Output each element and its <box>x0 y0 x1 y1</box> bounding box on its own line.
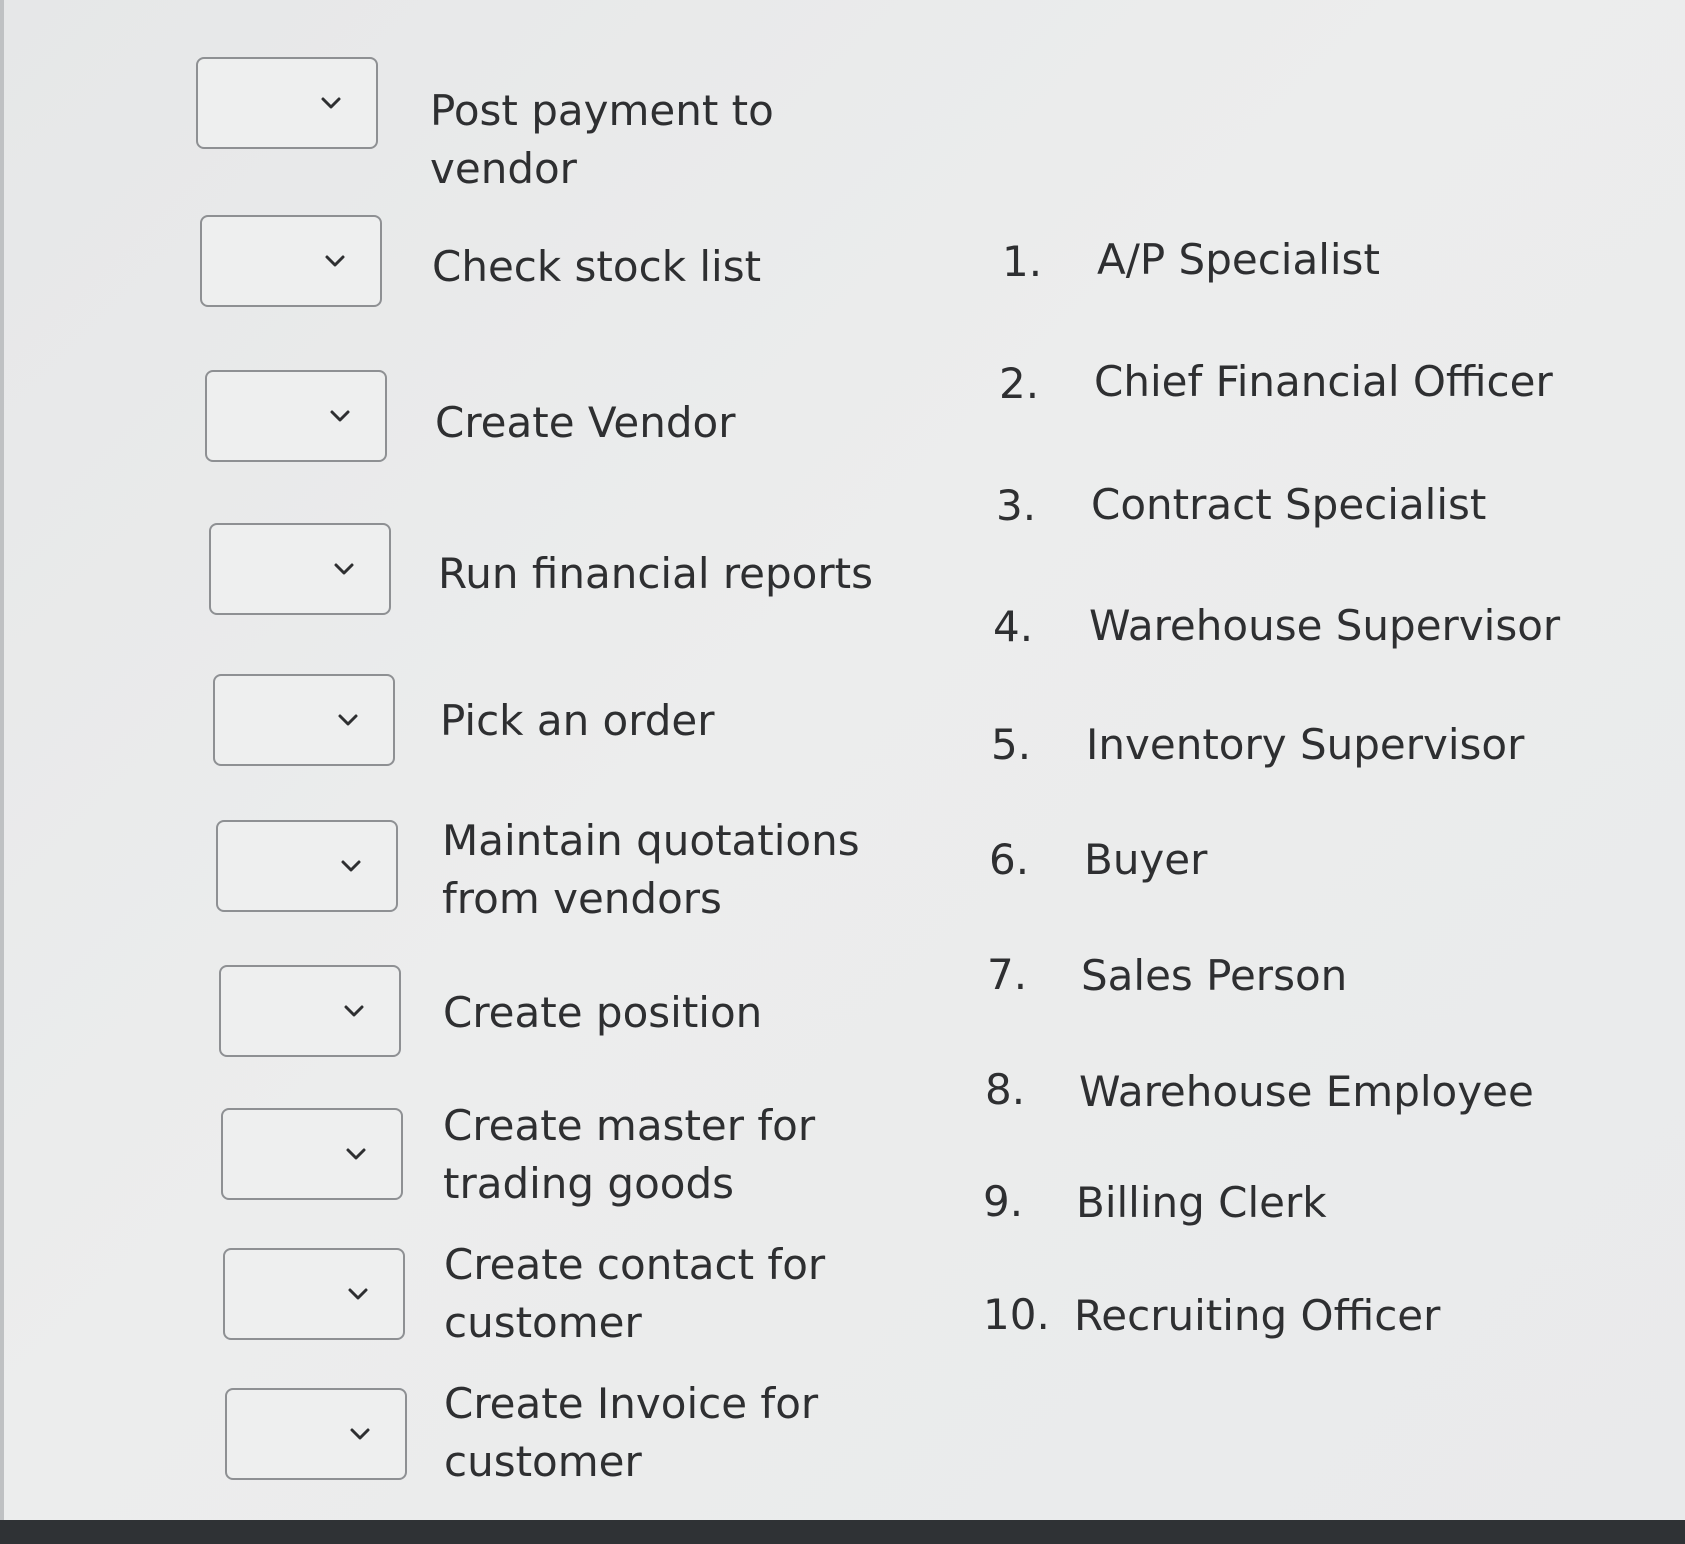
role-dropdown-7[interactable] <box>219 965 401 1057</box>
task-label: Check stock list <box>432 242 762 291</box>
chevron-down-icon <box>330 410 350 422</box>
task-label: Create Vendor <box>435 398 736 447</box>
task-label: Create contact for customer <box>444 1240 826 1347</box>
chevron-down-icon <box>338 714 358 726</box>
role-dropdown-1[interactable] <box>196 57 378 149</box>
role-name: Warehouse Employee <box>1079 1067 1534 1116</box>
role-number: 10. <box>983 1290 1050 1339</box>
task-label: Create position <box>443 988 763 1037</box>
role-dropdown-2[interactable] <box>200 215 382 307</box>
task-label: Create Invoice for customer <box>444 1379 819 1486</box>
role-dropdown-5[interactable] <box>213 674 395 766</box>
role-name: Billing Clerk <box>1076 1178 1327 1227</box>
screen-edge <box>0 0 4 1544</box>
chevron-down-icon <box>321 97 341 109</box>
task-label: Pick an order <box>440 696 715 745</box>
role-name: Chief Financial Officer <box>1094 357 1553 406</box>
role-dropdown-3[interactable] <box>205 370 387 462</box>
chevron-down-icon <box>341 860 361 872</box>
role-number: 4. <box>993 602 1034 651</box>
chevron-down-icon <box>348 1288 368 1300</box>
matching-question: Post payment to vendor Check stock list … <box>0 0 1685 1544</box>
role-name: A/P Specialist <box>1097 235 1380 284</box>
role-name: Inventory Supervisor <box>1086 720 1525 769</box>
role-number: 6. <box>989 835 1030 884</box>
role-name: Recruiting Officer <box>1074 1291 1441 1340</box>
role-number: 5. <box>991 720 1032 769</box>
screen-bottom-edge <box>0 1520 1685 1544</box>
task-label: Post payment to vendor <box>430 86 774 193</box>
chevron-down-icon <box>344 1005 364 1017</box>
role-dropdown-4[interactable] <box>209 523 391 615</box>
chevron-down-icon <box>350 1428 370 1440</box>
chevron-down-icon <box>325 255 345 267</box>
role-dropdown-9[interactable] <box>223 1248 405 1340</box>
role-number: 3. <box>996 481 1037 530</box>
role-number: 7. <box>987 950 1028 999</box>
role-name: Sales Person <box>1081 951 1348 1000</box>
task-label: Run financial reports <box>438 549 873 598</box>
chevron-down-icon <box>334 563 354 575</box>
task-label: Maintain quotations from vendors <box>442 816 860 923</box>
role-name: Buyer <box>1084 835 1208 884</box>
chevron-down-icon <box>346 1148 366 1160</box>
role-number: 2. <box>999 359 1040 408</box>
role-number: 9. <box>983 1177 1024 1226</box>
role-dropdown-10[interactable] <box>225 1388 407 1480</box>
role-name: Contract Specialist <box>1091 480 1487 529</box>
role-dropdown-6[interactable] <box>216 820 398 912</box>
role-number: 1. <box>1002 237 1043 286</box>
task-label: Create master for trading goods <box>443 1101 816 1208</box>
role-dropdown-8[interactable] <box>221 1108 403 1200</box>
role-number: 8. <box>985 1065 1026 1114</box>
role-name: Warehouse Supervisor <box>1089 601 1561 650</box>
